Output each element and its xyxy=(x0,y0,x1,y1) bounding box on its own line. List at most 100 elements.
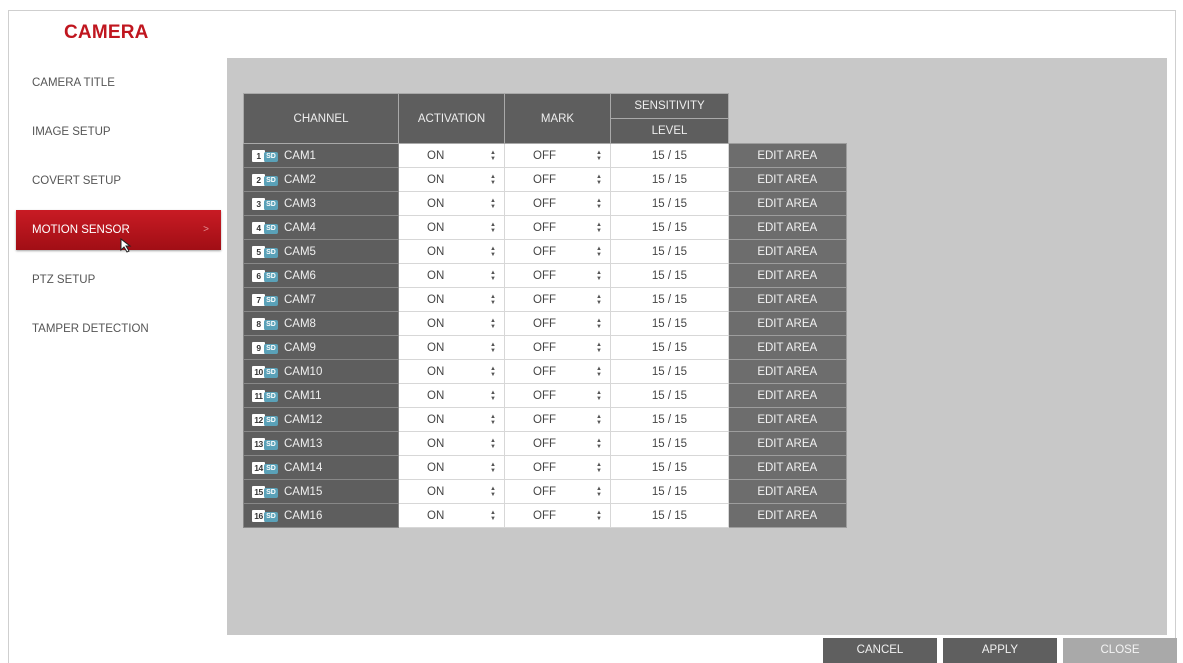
sensitivity-level-field[interactable]: 15 / 15 xyxy=(610,407,729,432)
edit-area-button[interactable]: EDIT AREA xyxy=(728,455,847,480)
sd-badge: SD xyxy=(264,223,278,234)
mark-value: OFF xyxy=(533,365,556,378)
activation-select[interactable]: ON ▲ ▼ xyxy=(398,503,505,528)
activation-select[interactable]: ON ▲ ▼ xyxy=(398,143,505,168)
up-down-arrows-icon: ▲ ▼ xyxy=(490,461,496,474)
sensitivity-level-field[interactable]: 15 / 15 xyxy=(610,479,729,504)
sensitivity-level-field[interactable]: 15 / 15 xyxy=(610,311,729,336)
activation-select[interactable]: ON ▲ ▼ xyxy=(398,167,505,192)
camera-sd-icon: 7 SD xyxy=(252,293,280,307)
activation-select[interactable]: ON ▲ ▼ xyxy=(398,479,505,504)
sidebar-item-tamper-detection[interactable]: TAMPER DETECTION xyxy=(16,309,221,349)
mark-select[interactable]: OFF ▲ ▼ xyxy=(504,455,611,480)
sensitivity-level-field[interactable]: 15 / 15 xyxy=(610,335,729,360)
sensitivity-level-field[interactable]: 15 / 15 xyxy=(610,143,729,168)
edit-area-button[interactable]: EDIT AREA xyxy=(728,359,847,384)
activation-select[interactable]: ON ▲ ▼ xyxy=(398,407,505,432)
activation-select[interactable]: ON ▲ ▼ xyxy=(398,311,505,336)
mark-select[interactable]: OFF ▲ ▼ xyxy=(504,143,611,168)
camera-sd-icon: 8 SD xyxy=(252,317,280,331)
activation-value: ON xyxy=(427,245,445,258)
sensitivity-level-field[interactable]: 15 / 15 xyxy=(610,191,729,216)
sidebar-item-camera-title[interactable]: CAMERA TITLE xyxy=(16,63,221,103)
sidebar-item-ptz-setup[interactable]: PTZ SETUP xyxy=(16,260,221,300)
activation-select[interactable]: ON ▲ ▼ xyxy=(398,215,505,240)
mark-select[interactable]: OFF ▲ ▼ xyxy=(504,335,611,360)
camera-sd-icon: 12 SD xyxy=(252,413,280,427)
channel-cell: 16 SD CAM16 xyxy=(243,503,399,528)
sensitivity-level-field[interactable]: 15 / 15 xyxy=(610,455,729,480)
mark-select[interactable]: OFF ▲ ▼ xyxy=(504,215,611,240)
activation-select[interactable]: ON ▲ ▼ xyxy=(398,263,505,288)
close-button[interactable]: CLOSE xyxy=(1063,638,1177,663)
activation-select[interactable]: ON ▲ ▼ xyxy=(398,431,505,456)
sensitivity-level-field[interactable]: 15 / 15 xyxy=(610,431,729,456)
table-row: 7 SD CAM7 ON ▲ ▼ OFF ▲ ▼ 15 / 15 EDIT AREA xyxy=(243,287,847,312)
sidebar-item-motion-sensor[interactable]: MOTION SENSOR > xyxy=(16,210,221,250)
channel-name: CAM3 xyxy=(284,197,316,210)
mark-select[interactable]: OFF ▲ ▼ xyxy=(504,407,611,432)
sensitivity-level-field[interactable]: 15 / 15 xyxy=(610,503,729,528)
activation-select[interactable]: ON ▲ ▼ xyxy=(398,335,505,360)
edit-area-button[interactable]: EDIT AREA xyxy=(728,335,847,360)
edit-area-button[interactable]: EDIT AREA xyxy=(728,311,847,336)
channel-cell: 8 SD CAM8 xyxy=(243,311,399,336)
activation-select[interactable]: ON ▲ ▼ xyxy=(398,455,505,480)
channel-name: CAM16 xyxy=(284,509,323,522)
mark-select[interactable]: OFF ▲ ▼ xyxy=(504,431,611,456)
edit-area-button[interactable]: EDIT AREA xyxy=(728,191,847,216)
mark-select[interactable]: OFF ▲ ▼ xyxy=(504,287,611,312)
channel-cell: 2 SD CAM2 xyxy=(243,167,399,192)
sensitivity-level-field[interactable]: 15 / 15 xyxy=(610,239,729,264)
activation-select[interactable]: ON ▲ ▼ xyxy=(398,287,505,312)
cancel-button[interactable]: CANCEL xyxy=(823,638,937,663)
sensitivity-level-field[interactable]: 15 / 15 xyxy=(610,263,729,288)
apply-button[interactable]: APPLY xyxy=(943,638,1057,663)
activation-select[interactable]: ON ▲ ▼ xyxy=(398,359,505,384)
sensitivity-level-field[interactable]: 15 / 15 xyxy=(610,215,729,240)
mark-select[interactable]: OFF ▲ ▼ xyxy=(504,239,611,264)
camera-sd-icon: 3 SD xyxy=(252,197,280,211)
edit-area-button[interactable]: EDIT AREA xyxy=(728,215,847,240)
activation-select[interactable]: ON ▲ ▼ xyxy=(398,191,505,216)
up-down-arrows-icon: ▲ ▼ xyxy=(490,293,496,306)
activation-select[interactable]: ON ▲ ▼ xyxy=(398,383,505,408)
edit-area-button[interactable]: EDIT AREA xyxy=(728,239,847,264)
edit-area-button[interactable]: EDIT AREA xyxy=(728,143,847,168)
activation-value: ON xyxy=(427,173,445,186)
channel-name: CAM15 xyxy=(284,485,323,498)
activation-value: ON xyxy=(427,149,445,162)
mark-select[interactable]: OFF ▲ ▼ xyxy=(504,311,611,336)
mark-select[interactable]: OFF ▲ ▼ xyxy=(504,503,611,528)
edit-area-button[interactable]: EDIT AREA xyxy=(728,431,847,456)
sensitivity-level-field[interactable]: 15 / 15 xyxy=(610,287,729,312)
sensitivity-level-field[interactable]: 15 / 15 xyxy=(610,167,729,192)
mark-select[interactable]: OFF ▲ ▼ xyxy=(504,167,611,192)
mark-value: OFF xyxy=(533,293,556,306)
sd-badge: SD xyxy=(264,367,278,378)
sidebar-item-covert-setup[interactable]: COVERT SETUP xyxy=(16,161,221,201)
edit-area-button[interactable]: EDIT AREA xyxy=(728,503,847,528)
mark-select[interactable]: OFF ▲ ▼ xyxy=(504,191,611,216)
table-row: 13 SD CAM13 ON ▲ ▼ OFF ▲ ▼ 15 / 15 EDIT AREA xyxy=(243,431,847,456)
sensitivity-level-field[interactable]: 15 / 15 xyxy=(610,359,729,384)
camera-sd-icon: 2 SD xyxy=(252,173,280,187)
mark-select[interactable]: OFF ▲ ▼ xyxy=(504,359,611,384)
sidebar-item-image-setup[interactable]: IMAGE SETUP xyxy=(16,112,221,152)
activation-select[interactable]: ON ▲ ▼ xyxy=(398,239,505,264)
edit-area-button[interactable]: EDIT AREA xyxy=(728,287,847,312)
mark-select[interactable]: OFF ▲ ▼ xyxy=(504,263,611,288)
sensitivity-level-field[interactable]: 15 / 15 xyxy=(610,383,729,408)
table-row: 4 SD CAM4 ON ▲ ▼ OFF ▲ ▼ 15 / 15 EDIT AREA xyxy=(243,215,847,240)
channel-name: CAM14 xyxy=(284,461,323,474)
sidebar-item-label: COVERT SETUP xyxy=(32,175,122,187)
edit-area-button[interactable]: EDIT AREA xyxy=(728,407,847,432)
edit-area-button[interactable]: EDIT AREA xyxy=(728,383,847,408)
page-title: CAMERA xyxy=(64,22,149,43)
edit-area-button[interactable]: EDIT AREA xyxy=(728,167,847,192)
edit-area-button[interactable]: EDIT AREA xyxy=(728,479,847,504)
edit-area-button[interactable]: EDIT AREA xyxy=(728,263,847,288)
channel-cell: 10 SD CAM10 xyxy=(243,359,399,384)
mark-select[interactable]: OFF ▲ ▼ xyxy=(504,383,611,408)
mark-select[interactable]: OFF ▲ ▼ xyxy=(504,479,611,504)
